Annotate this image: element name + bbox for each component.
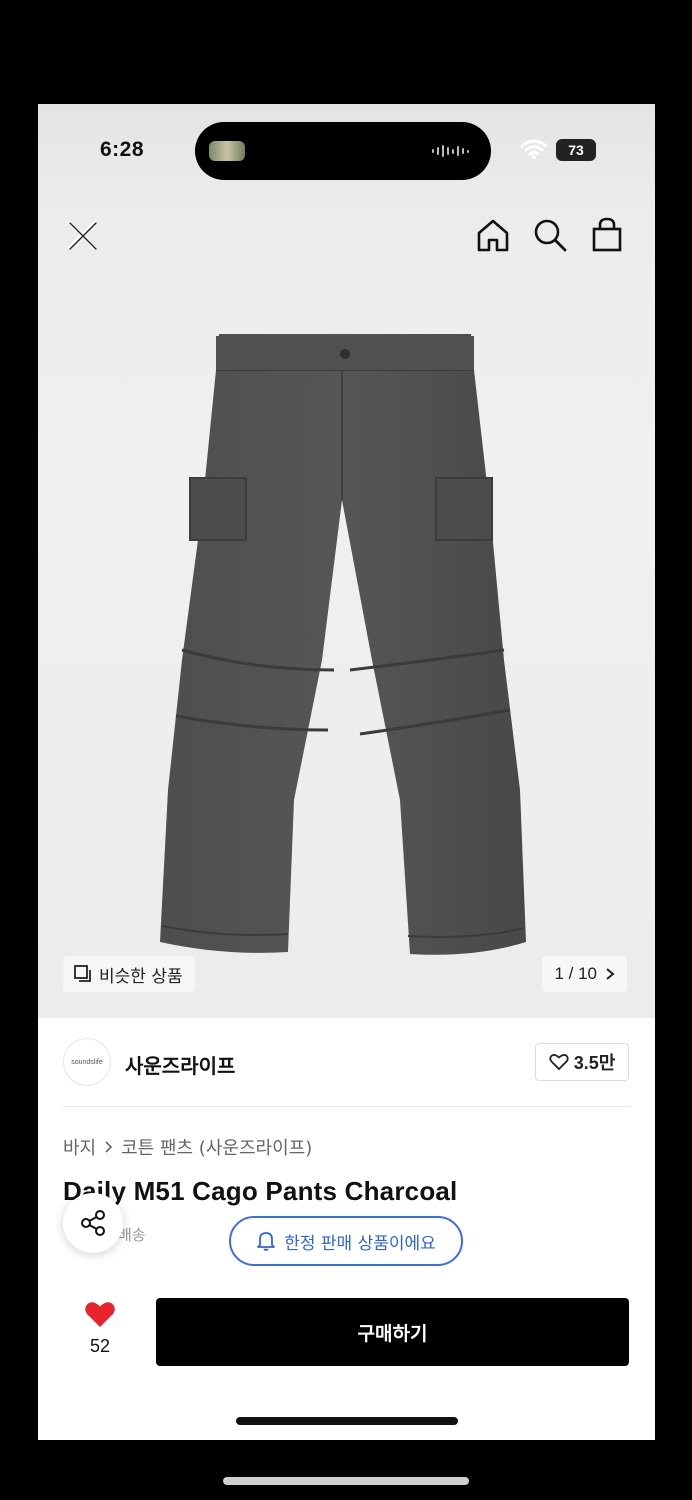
share-button[interactable] <box>63 1193 123 1253</box>
share-icon <box>81 1210 105 1236</box>
app-screen: 6:28 73 비슷한 상품 1 / 10 soundslife 사운즈라이프 … <box>38 104 655 1440</box>
brand-like-count: 3.5만 <box>573 1053 616 1073</box>
home-icon[interactable] <box>474 216 512 254</box>
chevron-right-icon <box>606 968 615 980</box>
wifi-icon <box>520 139 548 159</box>
home-indicator[interactable] <box>236 1417 458 1425</box>
similar-products-label: 비슷한 상품 <box>99 966 183 987</box>
bottom-action-bar: 52 구매하기 <box>38 1276 655 1440</box>
product-image-cargo-pants <box>160 334 526 955</box>
breadcrumb: 바지 코튼 팬츠 (사운즈라이프) <box>63 1134 312 1160</box>
dynamic-island <box>195 122 491 180</box>
similar-products-button[interactable]: 비슷한 상품 <box>63 956 195 992</box>
brand-logo[interactable]: soundslife <box>63 1038 111 1086</box>
limited-sale-badge: 한정 판매 상품이에요 <box>229 1216 463 1266</box>
product-title: Daily M51 Cago Pants Charcoal <box>63 1176 458 1206</box>
buy-button[interactable]: 구매하기 <box>156 1298 629 1366</box>
status-bar: 6:28 73 <box>38 104 655 184</box>
battery-indicator: 73 <box>556 139 596 161</box>
divider <box>63 1106 630 1107</box>
audio-wave-icon <box>432 144 469 158</box>
image-page-indicator[interactable]: 1 / 10 <box>542 956 627 992</box>
brand-row[interactable]: soundslife 사운즈라이프 3.5만 <box>38 1018 655 1106</box>
product-image-gallery[interactable]: 6:28 73 비슷한 상품 1 / 10 <box>38 104 655 1018</box>
brand-name[interactable]: 사운즈라이프 <box>125 1050 235 1079</box>
page-indicator-text: 1 / 10 <box>554 964 597 983</box>
close-icon[interactable] <box>63 216 101 254</box>
heart-filled-icon <box>85 1302 115 1327</box>
outer-home-indicator <box>223 1477 469 1485</box>
chevron-right-icon <box>105 1141 113 1153</box>
favorite-count: 52 <box>89 1336 111 1356</box>
now-playing-thumbnail <box>209 141 245 161</box>
breadcrumb-category[interactable]: 바지 <box>63 1134 96 1160</box>
similar-items-icon <box>74 965 91 982</box>
search-icon[interactable] <box>531 216 569 254</box>
favorite-button[interactable]: 52 <box>80 1300 120 1357</box>
buy-button-label: 구매하기 <box>357 1322 428 1345</box>
status-time: 6:28 <box>100 138 145 161</box>
brand-logo-text: soundslife <box>71 1058 103 1066</box>
limited-sale-label: 한정 판매 상품이에요 <box>284 1233 436 1254</box>
heart-outline-icon <box>549 1054 569 1071</box>
shopping-bag-icon[interactable] <box>588 216 626 254</box>
breadcrumb-subcategory[interactable]: 코튼 팬츠 (사운즈라이프) <box>121 1134 312 1160</box>
bell-icon <box>257 1232 276 1251</box>
brand-like-button[interactable]: 3.5만 <box>535 1043 629 1081</box>
